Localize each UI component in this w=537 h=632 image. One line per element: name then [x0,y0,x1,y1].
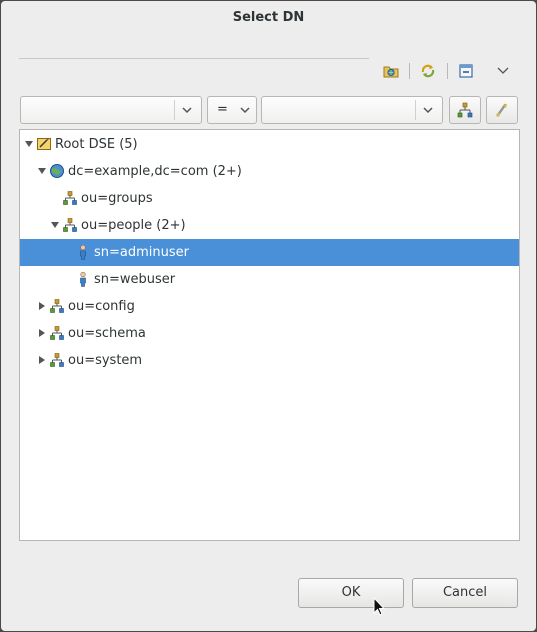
filter-children-button[interactable] [449,96,481,124]
view-menu-icon[interactable] [492,61,514,81]
tree-hierarchy-icon [457,102,473,118]
clear-filter-icon [496,103,507,117]
person-icon [75,244,91,260]
expander-collapsed-icon[interactable] [37,328,47,338]
chevron-down-icon [182,107,192,114]
tree-item-label: dc=example,dc=com (2+) [68,164,242,179]
person-icon [75,271,91,287]
cancel-button[interactable]: Cancel [412,578,518,608]
tree-item[interactable]: ou=system [20,347,519,374]
tree-item[interactable]: ou=config [20,293,519,320]
operator-combo-value: = [217,102,228,117]
tree-item-label: ou=system [68,353,143,368]
mouse-cursor-icon [373,597,386,616]
path-separator [19,58,369,59]
globe-icon [49,163,65,179]
expander-expanded-icon[interactable] [37,166,47,176]
org-unit-icon [49,352,65,368]
collapse-all-icon[interactable] [455,61,477,81]
toolbar-separator [409,63,410,79]
combo-divider [174,100,175,120]
ok-button[interactable]: OK [298,578,404,608]
tree-item-label: ou=groups [81,191,153,206]
root-dse-icon [36,136,52,152]
chevron-down-icon [240,107,250,114]
org-unit-icon [49,298,65,314]
toolbar-separator [447,63,448,79]
tree-item[interactable]: Root DSE (5) [20,131,519,158]
dn-tree[interactable]: Root DSE (5) dc=example,dc=com (2+) ou=gro… [19,129,520,541]
tree-item[interactable]: ou=groups [20,185,519,212]
expander-collapsed-icon[interactable] [37,355,47,365]
tree-item-label: ou=schema [68,326,146,341]
tree-item-label: sn=webuser [94,272,176,287]
tree-item[interactable]: ou=schema [20,320,519,347]
org-unit-icon [62,217,78,233]
operator-combo[interactable]: = [207,96,257,124]
expander-expanded-icon[interactable] [50,220,60,230]
home-folder-icon[interactable] [380,61,402,81]
clear-filter-button[interactable] [486,96,518,124]
chevron-down-icon [423,107,433,114]
expander-expanded-icon[interactable] [24,139,34,149]
tree-item-label: ou=people (2+) [81,218,186,233]
refresh-icon[interactable] [417,61,439,81]
dialog-title: Select DN [232,10,305,25]
tree-item-label: ou=config [68,299,135,314]
tree-item-label: sn=adminuser [94,245,189,260]
attribute-combo[interactable] [20,96,202,124]
value-combo[interactable] [261,96,443,124]
tree-item[interactable]: dc=example,dc=com (2+) [20,158,519,185]
expander-collapsed-icon[interactable] [37,301,47,311]
tree-item[interactable]: sn=webuser [20,266,519,293]
select-dn-dialog: Select DN = Root DSE (5) dc=example,dc=c… [1,1,536,631]
tree-item[interactable]: ou=people (2+) [20,212,519,239]
org-unit-icon [49,325,65,341]
tree-item[interactable]: sn=adminuser [20,239,519,266]
org-unit-icon [62,190,78,206]
combo-divider [415,100,416,120]
tree-item-label: Root DSE (5) [55,137,138,152]
